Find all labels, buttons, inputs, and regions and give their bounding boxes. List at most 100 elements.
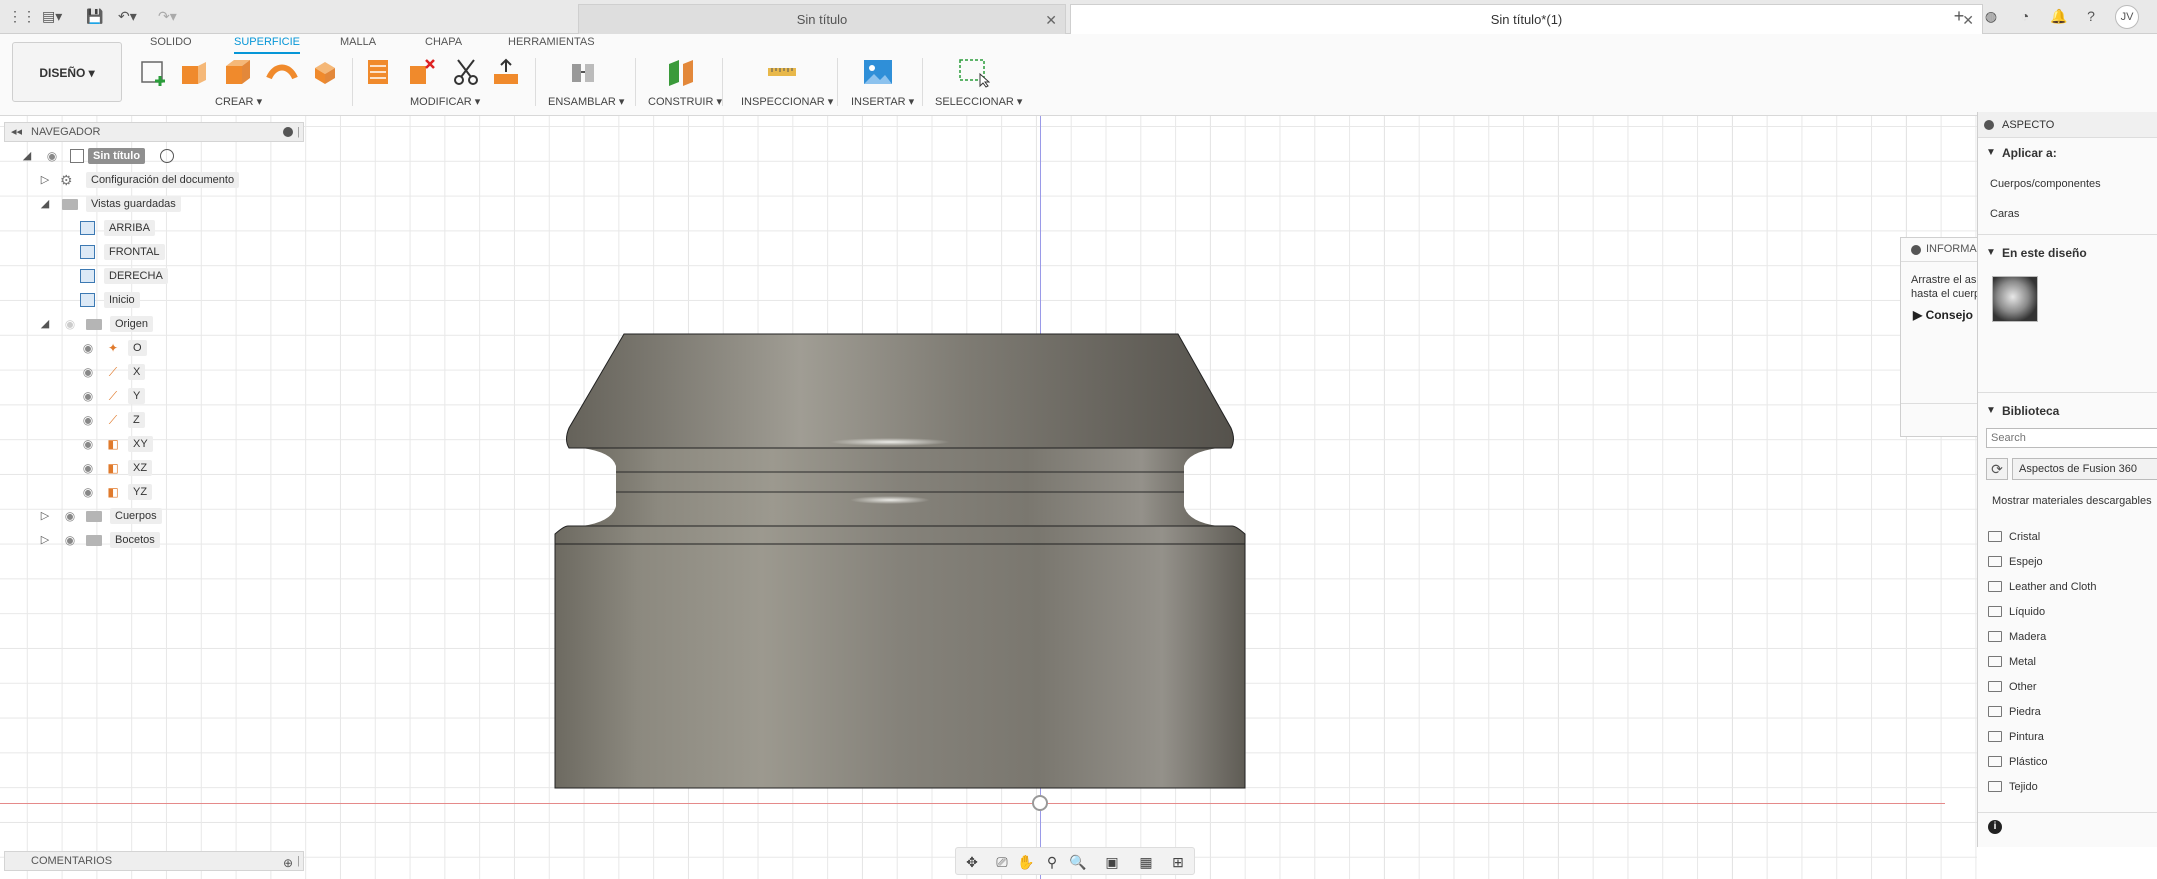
file-menu-icon[interactable]: ▤▾ [42, 7, 62, 25]
collapsed-triangle-icon[interactable]: ▷ [38, 530, 52, 550]
tree-view-item[interactable]: FRONTAL [0, 242, 300, 262]
tree-origin-item[interactable]: ◉ ⟋ X [0, 362, 300, 382]
construct-plane-icon[interactable] [665, 56, 697, 88]
viewports-icon[interactable]: ⊞ [1168, 853, 1188, 871]
extensions-icon[interactable]: ◍ [1982, 7, 2000, 25]
library-source-dropdown[interactable]: Aspectos de Fusion 360 [2012, 458, 2157, 480]
tab-solido[interactable]: SOLIDO [150, 36, 192, 54]
tree-bodies[interactable]: ▷ ◉ Cuerpos [0, 506, 300, 526]
tree-origin[interactable]: ◢ ◉ Origen [0, 314, 300, 334]
tab-superficie[interactable]: SUPERFICIE [234, 36, 301, 54]
tab-chapa[interactable]: CHAPA [425, 36, 462, 54]
visibility-eye-icon[interactable]: ◉ [62, 506, 78, 526]
create-sketch-icon[interactable] [138, 56, 170, 88]
measure-icon[interactable] [766, 56, 798, 88]
expanded-triangle-icon[interactable]: ▼ [1986, 398, 1996, 424]
extend-icon[interactable] [362, 56, 394, 88]
search-input[interactable] [1986, 428, 2157, 448]
apply-to-faces-option[interactable]: Caras [1990, 205, 2019, 223]
trim-icon[interactable] [450, 56, 482, 88]
revolve-surface-icon[interactable] [222, 56, 254, 88]
notifications-icon[interactable]: 🔔 [2050, 7, 2068, 25]
tree-sketches[interactable]: ▷ ◉ Bocetos [0, 530, 300, 550]
tree-view-item[interactable]: DERECHA [0, 266, 300, 286]
app-grid-icon[interactable]: ⋮⋮ [8, 7, 36, 25]
visibility-eye-icon[interactable]: ◉ [80, 362, 96, 382]
grid-settings-icon[interactable]: ▦ [1136, 853, 1156, 871]
expanded-triangle-icon[interactable]: ◢ [20, 146, 34, 166]
tree-origin-item[interactable]: ◉ ✦ O [0, 338, 300, 358]
joint-icon[interactable] [567, 56, 599, 88]
workspace-switcher[interactable]: DISEÑO ▾ [12, 42, 122, 102]
select-window-icon[interactable] [958, 56, 990, 88]
visibility-eye-icon[interactable]: ◉ [80, 458, 96, 478]
delete-face-icon[interactable] [406, 56, 438, 88]
expanded-triangle-icon[interactable]: ◢ [38, 194, 52, 214]
group-construir[interactable]: CONSTRUIR ▾ [648, 95, 722, 108]
expanded-triangle-icon[interactable]: ▼ [1986, 140, 1996, 166]
info-header[interactable]: INFORMAC [1901, 238, 1985, 262]
appearance-swatch-steel[interactable] [1992, 276, 2038, 322]
tree-origin-item[interactable]: ◉ ⟋ Y [0, 386, 300, 406]
panel-resize-handle[interactable]: | [297, 123, 300, 141]
visibility-eye-icon[interactable]: ◉ [80, 434, 96, 454]
extrude-surface-icon[interactable] [178, 56, 210, 88]
tree-origin-item[interactable]: ◉ ◧ XY [0, 434, 300, 454]
insert-image-icon[interactable] [862, 56, 894, 88]
orbit-icon[interactable]: ✥ [962, 853, 982, 871]
zoom-icon[interactable]: ⚲ [1042, 853, 1062, 871]
comments-panel[interactable]: COMENTARIOS ⊕ | [4, 851, 304, 871]
display-settings-icon[interactable]: ▣ [1102, 853, 1122, 871]
in-design-section[interactable]: ▼ En este diseño [1978, 240, 2157, 266]
tips-toggle[interactable]: ▶ Consejo [1913, 308, 1973, 322]
group-seleccionar[interactable]: SELECCIONAR ▾ [935, 95, 1022, 108]
collapse-left-icon[interactable]: ◂◂ [11, 123, 22, 141]
fit-zoom-icon[interactable]: 🔍 [1068, 853, 1088, 871]
collapsed-triangle-icon[interactable]: ▷ [38, 170, 52, 190]
visibility-eye-icon[interactable]: ◉ [62, 530, 78, 550]
undo-icon[interactable]: ↶▾ [118, 7, 137, 25]
apply-to-section[interactable]: ▼ Aplicar a: [1978, 140, 2157, 166]
tree-origin-item[interactable]: ◉ ⟋ Z [0, 410, 300, 430]
pin-icon[interactable] [283, 127, 293, 137]
offset-icon[interactable] [490, 56, 522, 88]
group-modificar[interactable]: MODIFICAR ▾ [410, 95, 480, 108]
pan-hand-icon[interactable]: ✋ [1016, 853, 1036, 871]
tree-doc-settings[interactable]: ▷ ⚙ Configuración del documento [0, 170, 300, 190]
tab-malla[interactable]: MALLA [340, 36, 376, 54]
appearance-header[interactable]: ASPECTO [1978, 112, 2157, 138]
visibility-eye-icon[interactable]: ◉ [44, 146, 60, 166]
refresh-icon[interactable]: ⟳ [1986, 458, 2008, 480]
tree-origin-item[interactable]: ◉ ◧ YZ [0, 482, 300, 502]
visibility-eye-icon[interactable]: ◉ [80, 410, 96, 430]
hidden-eye-icon[interactable]: ◉ [62, 314, 78, 334]
loft-surface-icon[interactable] [309, 56, 341, 88]
look-at-icon[interactable]: ⎚ [992, 853, 1012, 871]
visibility-eye-icon[interactable]: ◉ [80, 338, 96, 358]
tab-herramientas[interactable]: HERRAMIENTAS [508, 36, 595, 54]
tab-document-1[interactable]: Sin título ✕ [578, 4, 1066, 34]
redo-icon[interactable]: ↷▾ [158, 7, 177, 25]
apply-to-bodies-option[interactable]: Cuerpos/componentes [1990, 175, 2101, 193]
expanded-triangle-icon[interactable]: ◢ [38, 314, 52, 334]
group-ensamblar[interactable]: ENSAMBLAR ▾ [548, 95, 624, 108]
visibility-eye-icon[interactable]: ◉ [80, 386, 96, 406]
close-icon[interactable]: ✕ [1045, 5, 1057, 35]
origin-point-icon[interactable] [1032, 795, 1048, 811]
new-tab-icon[interactable]: + [1950, 7, 1968, 25]
tree-origin-item[interactable]: ◉ ◧ XZ [0, 458, 300, 478]
group-inspeccionar[interactable]: INSPECCIONAR ▾ [741, 95, 833, 108]
3d-model-body[interactable] [550, 216, 1250, 796]
collapse-icon[interactable] [1984, 120, 1994, 130]
library-section[interactable]: ▼ Biblioteca [1978, 398, 2157, 424]
collapsed-triangle-icon[interactable]: ▷ [38, 506, 52, 526]
group-crear[interactable]: CREAR ▾ [215, 95, 262, 108]
tree-root[interactable]: ◢ ◉ Sin título [0, 146, 300, 166]
activate-radio-icon[interactable] [160, 149, 174, 163]
job-status-icon[interactable]: ◔ [2016, 7, 2034, 25]
add-comment-icon[interactable]: ⊕ [283, 854, 293, 872]
user-avatar[interactable]: JV [2115, 5, 2139, 29]
tree-saved-views[interactable]: ◢ Vistas guardadas [0, 194, 300, 214]
sweep-surface-icon[interactable] [266, 56, 298, 88]
collapse-icon[interactable] [1911, 245, 1921, 255]
